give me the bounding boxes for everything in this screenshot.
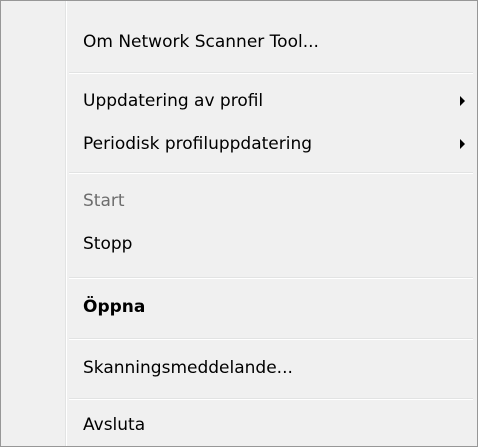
context-menu: Om Network Scanner Tool... Uppdatering a… (0, 0, 478, 447)
menu-separator (69, 338, 473, 340)
chevron-right-icon (460, 139, 465, 149)
menu-item-start[interactable]: Start (83, 189, 125, 213)
menu-item-scan-notification[interactable]: Skanningsmeddelande... (83, 356, 293, 380)
menu-icon-gutter (1, 1, 65, 446)
menu-item-open[interactable]: Öppna (83, 295, 145, 319)
menu-separator (69, 172, 473, 174)
menu-item-profile-update[interactable]: Uppdatering av profil (83, 89, 263, 113)
menu-separator (69, 277, 473, 279)
menu-item-exit[interactable]: Avsluta (83, 413, 145, 437)
menu-separator (69, 72, 473, 74)
menu-separator (69, 398, 473, 400)
menu-item-stop[interactable]: Stopp (83, 232, 132, 256)
chevron-right-icon (460, 96, 465, 106)
menu-item-about[interactable]: Om Network Scanner Tool... (83, 30, 319, 54)
gutter-divider-highlight (66, 1, 67, 446)
menu-item-periodic-profile-update[interactable]: Periodisk profiluppdatering (83, 132, 312, 156)
